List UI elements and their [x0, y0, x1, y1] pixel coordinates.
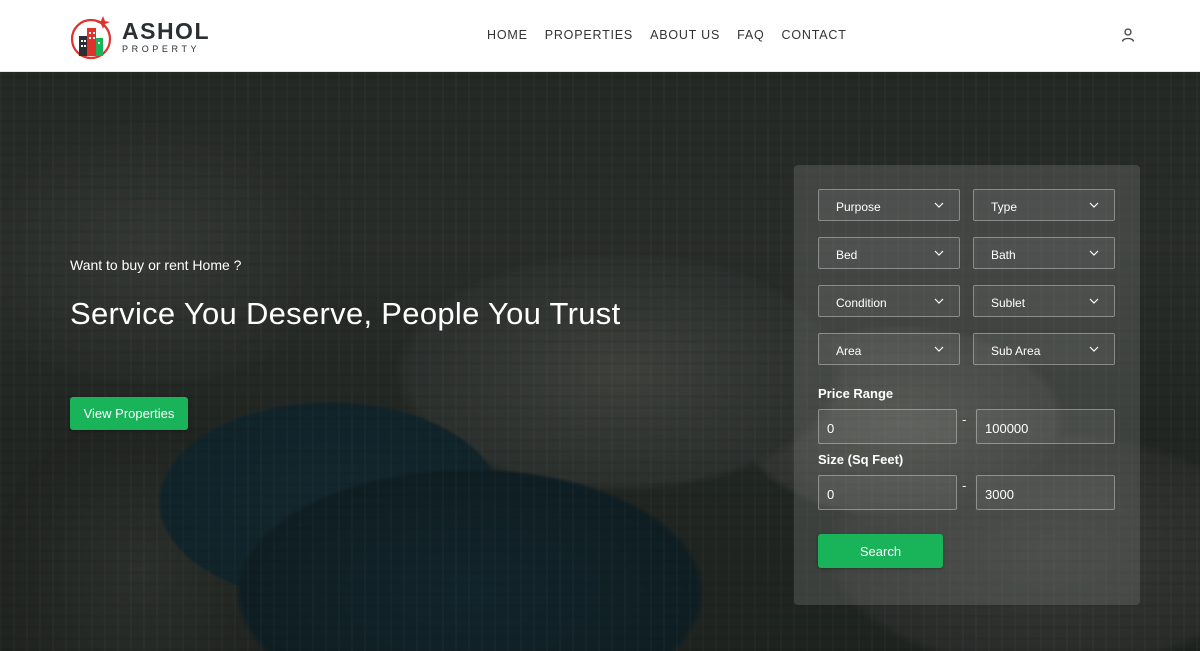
price-range-label: Price Range: [818, 386, 894, 401]
size-min-input[interactable]: 0: [818, 475, 957, 510]
chevron-down-icon: [934, 298, 944, 304]
sub-area-select-label: Sub Area: [991, 344, 1041, 358]
chevron-down-icon: [1089, 346, 1099, 352]
user-icon[interactable]: [1120, 27, 1136, 43]
bath-select-label: Bath: [991, 248, 1016, 262]
bed-select[interactable]: Bed: [818, 237, 960, 269]
area-select[interactable]: Area: [818, 333, 960, 365]
type-select-label: Type: [991, 200, 1018, 214]
chevron-down-icon: [934, 346, 944, 352]
condition-select-label: Condition: [836, 296, 887, 310]
chevron-down-icon: [1089, 298, 1099, 304]
purpose-select[interactable]: Purpose: [818, 189, 960, 221]
sub-area-select[interactable]: Sub Area: [973, 333, 1115, 365]
hero-section: Want to buy or rent Home ? Service You D…: [0, 72, 1200, 651]
brand-subtitle: PROPERTY: [122, 44, 201, 54]
price-range-separator: -: [962, 412, 967, 427]
hero-headline: Service You Deserve, People You Trust: [70, 296, 621, 331]
chevron-down-icon: [934, 202, 944, 208]
chevron-down-icon: [934, 250, 944, 256]
view-properties-button[interactable]: View Properties: [70, 397, 188, 430]
site-header: ASHOL PROPERTY HOME PROPERTIES ABOUT US …: [0, 0, 1200, 72]
main-nav: HOME PROPERTIES ABOUT US FAQ CONTACT: [487, 28, 864, 42]
nav-properties[interactable]: PROPERTIES: [545, 28, 633, 42]
price-max-input[interactable]: 100000: [976, 409, 1115, 444]
bed-select-label: Bed: [836, 248, 858, 262]
property-search-panel: Purpose Type Bed Bath Condition Sublet A…: [794, 165, 1140, 605]
nav-faq[interactable]: FAQ: [737, 28, 764, 42]
chevron-down-icon: [1089, 202, 1099, 208]
nav-home[interactable]: HOME: [487, 28, 528, 42]
price-min-input[interactable]: 0: [818, 409, 957, 444]
building-logo-icon: [70, 16, 112, 60]
type-select[interactable]: Type: [973, 189, 1115, 221]
hero-tagline: Want to buy or rent Home ?: [70, 257, 242, 273]
size-label: Size (Sq Feet): [818, 452, 904, 467]
search-button[interactable]: Search: [818, 534, 943, 568]
nav-about-us[interactable]: ABOUT US: [650, 28, 720, 42]
purpose-select-label: Purpose: [836, 200, 881, 214]
sublet-select-label: Sublet: [991, 296, 1026, 310]
sublet-select[interactable]: Sublet: [973, 285, 1115, 317]
bath-select[interactable]: Bath: [973, 237, 1115, 269]
brand-logo[interactable]: ASHOL PROPERTY: [70, 14, 210, 60]
chevron-down-icon: [1089, 250, 1099, 256]
area-select-label: Area: [836, 344, 862, 358]
size-max-input[interactable]: 3000: [976, 475, 1115, 510]
brand-name: ASHOL: [122, 18, 210, 44]
nav-contact[interactable]: CONTACT: [782, 28, 847, 42]
condition-select[interactable]: Condition: [818, 285, 960, 317]
size-range-separator: -: [962, 478, 967, 493]
